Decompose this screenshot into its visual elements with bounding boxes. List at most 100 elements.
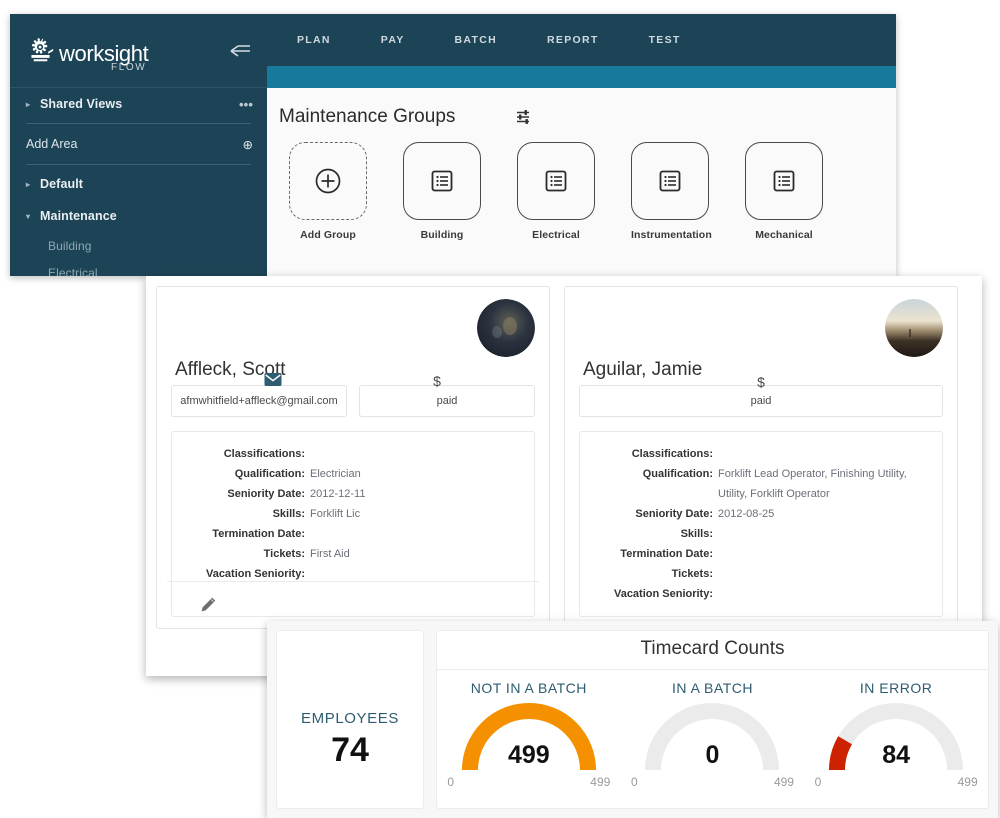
list-box-icon (659, 170, 681, 192)
detail-row-qualification: Qualification: Electrician (182, 464, 524, 484)
timecard-counts-title: Timecard Counts (437, 631, 988, 670)
detail-row-classifications: Classifications: (182, 444, 524, 464)
envelope-icon (264, 373, 282, 386)
tab-plan[interactable]: PLAN (297, 34, 331, 46)
detail-row-classifications: Classifications: (590, 444, 932, 464)
detail-row-seniority-date: Seniority Date: 2012-08-25 (590, 504, 932, 524)
employee-pay-status-field[interactable]: paid (359, 385, 535, 417)
detail-label: Seniority Date: (227, 488, 305, 500)
app-window: worksight FLOW ▸ Shared Views ••• Add Ar… (10, 14, 896, 276)
timecard-counts-card: Timecard Counts NOT IN A BATCH 499 0 499 (436, 630, 989, 809)
detail-value: Forklift Lead Operator, Finishing Utilit… (718, 468, 907, 500)
group-label: Electrical (532, 229, 580, 241)
detail-row-tickets: Tickets: (590, 564, 932, 584)
maintenance-groups-list: Add Group Building Electrical Instrument… (267, 128, 896, 241)
plus-circle-icon (315, 168, 341, 194)
overflow-menu-icon[interactable]: ••• (239, 97, 253, 112)
detail-row-seniority-date: Seniority Date: 2012-12-11 (182, 484, 524, 504)
divider (26, 123, 251, 124)
gauge-arc-wrap: 84 (809, 700, 984, 774)
gauge-value: 499 (507, 741, 550, 769)
gauge-label: IN A BATCH (671, 680, 753, 696)
detail-row-vacation-seniority: Vacation Seniority: (590, 584, 932, 604)
detail-label: Skills: (272, 508, 305, 520)
gauge-arc-wrap: 0 (625, 700, 800, 774)
sidebar-item-building[interactable]: Building (10, 232, 267, 259)
group-label: Building (420, 229, 464, 241)
sidebar-item-label: Maintenance (40, 209, 117, 223)
gauge-not-in-a-batch[interactable]: NOT IN A BATCH 499 0 499 (441, 680, 616, 789)
detail-row-qualification: Qualification: Forklift Lead Operator, F… (590, 464, 932, 504)
detail-value: First Aid (310, 548, 350, 560)
gauge-label: NOT IN A BATCH (470, 680, 587, 696)
gauge-ticks: 0 499 (441, 775, 616, 789)
brand-logo[interactable]: worksight FLOW (26, 36, 149, 74)
group-card-electrical[interactable]: Electrical (517, 142, 595, 241)
employee-pay-status-value: paid (436, 395, 458, 407)
employee-card[interactable]: Affleck, Scott $ afmwhitfield+affleck@gm… (156, 286, 550, 629)
sidebar-item-label: Shared Views (40, 97, 123, 111)
gauge-max-label: 499 (957, 775, 978, 789)
group-tile[interactable] (631, 142, 709, 220)
sidebar-item-electrical[interactable]: Electrical (10, 259, 267, 277)
detail-label: Classifications: (631, 448, 713, 460)
group-tile[interactable] (517, 142, 595, 220)
tab-test[interactable]: TEST (649, 34, 681, 46)
dollar-sign-icon: $ (757, 374, 765, 390)
detail-row-tickets: Tickets: First Aid (182, 544, 524, 564)
employee-pay-status-value: paid (750, 395, 772, 407)
sliders-filter-icon[interactable] (515, 108, 533, 126)
gauge-value: 84 (882, 741, 911, 769)
employee-contact-row: $ paid (579, 374, 943, 417)
tab-batch[interactable]: BATCH (455, 34, 497, 46)
group-tile[interactable] (745, 142, 823, 220)
gauge-in-error[interactable]: IN ERROR 84 0 499 (809, 680, 984, 789)
group-card-add[interactable]: Add Group (289, 142, 367, 241)
group-label: Mechanical (755, 229, 813, 241)
group-card-building[interactable]: Building (403, 142, 481, 241)
list-box-icon (545, 170, 567, 192)
group-card-instrumentation[interactable]: Instrumentation (631, 142, 712, 241)
detail-value: 2012-12-11 (310, 488, 366, 500)
group-tile[interactable] (403, 142, 481, 220)
gauge-value: 0 (705, 741, 720, 769)
gauge-in-a-batch[interactable]: IN A BATCH 0 0 499 (625, 680, 800, 789)
sidebar-item-add-area[interactable]: Add Area ⊕ (10, 127, 267, 161)
detail-row-termination-date: Termination Date: (182, 524, 524, 544)
group-card-mechanical[interactable]: Mechanical (745, 142, 823, 241)
employee-card[interactable]: Aguilar, Jamie $ paid Classifications: Q… (564, 286, 958, 629)
dollar-sign-icon: $ (433, 373, 441, 389)
chevron-right-icon: ▸ (26, 179, 31, 189)
tab-pay[interactable]: PAY (381, 34, 405, 46)
brand-wordmark: worksight FLOW (59, 43, 149, 74)
detail-value: 2012-08-25 (718, 508, 775, 520)
chevron-down-icon: ▾ (26, 211, 31, 221)
accent-subbar (267, 66, 896, 88)
sidebar-item-maintenance[interactable]: ▾ Maintenance (10, 200, 267, 232)
detail-label: Tickets: (263, 548, 305, 560)
sidebar-item-label: Electrical (48, 265, 98, 277)
sidebar-item-shared-views[interactable]: ▸ Shared Views ••• (10, 88, 267, 120)
chevron-right-icon: ▸ (26, 99, 31, 109)
tab-report[interactable]: REPORT (547, 34, 599, 46)
detail-row-skills: Skills: (590, 524, 932, 544)
gear-cog-icon (31, 38, 54, 62)
collapse-left-icon[interactable] (229, 43, 251, 59)
sidebar-logo-bar: worksight FLOW (10, 14, 267, 88)
detail-row-termination-date: Termination Date: (590, 544, 932, 564)
sidebar: worksight FLOW ▸ Shared Views ••• Add Ar… (10, 14, 267, 276)
employees-count-card[interactable]: EMPLOYEES 74 (276, 630, 424, 809)
group-tile[interactable] (289, 142, 367, 220)
gauge-ticks: 0 499 (625, 775, 800, 789)
gauge-group: NOT IN A BATCH 499 0 499 IN A BATCH 0 0 … (437, 670, 988, 789)
plus-circle-icon[interactable]: ⊕ (243, 137, 253, 152)
sidebar-item-default[interactable]: ▸ Default (10, 168, 267, 200)
employee-email-field[interactable]: afmwhitfield+affleck@gmail.com (171, 385, 347, 417)
employees-count-value: 74 (331, 730, 369, 769)
detail-label: Tickets: (671, 568, 713, 580)
sidebar-item-label: Default (40, 177, 84, 191)
gauge-min-label: 0 (447, 775, 455, 789)
pencil-edit-icon[interactable] (199, 596, 217, 614)
add-area-label: Add Area (26, 137, 78, 151)
employee-details: Classifications: Qualification: Forklift… (579, 431, 943, 617)
